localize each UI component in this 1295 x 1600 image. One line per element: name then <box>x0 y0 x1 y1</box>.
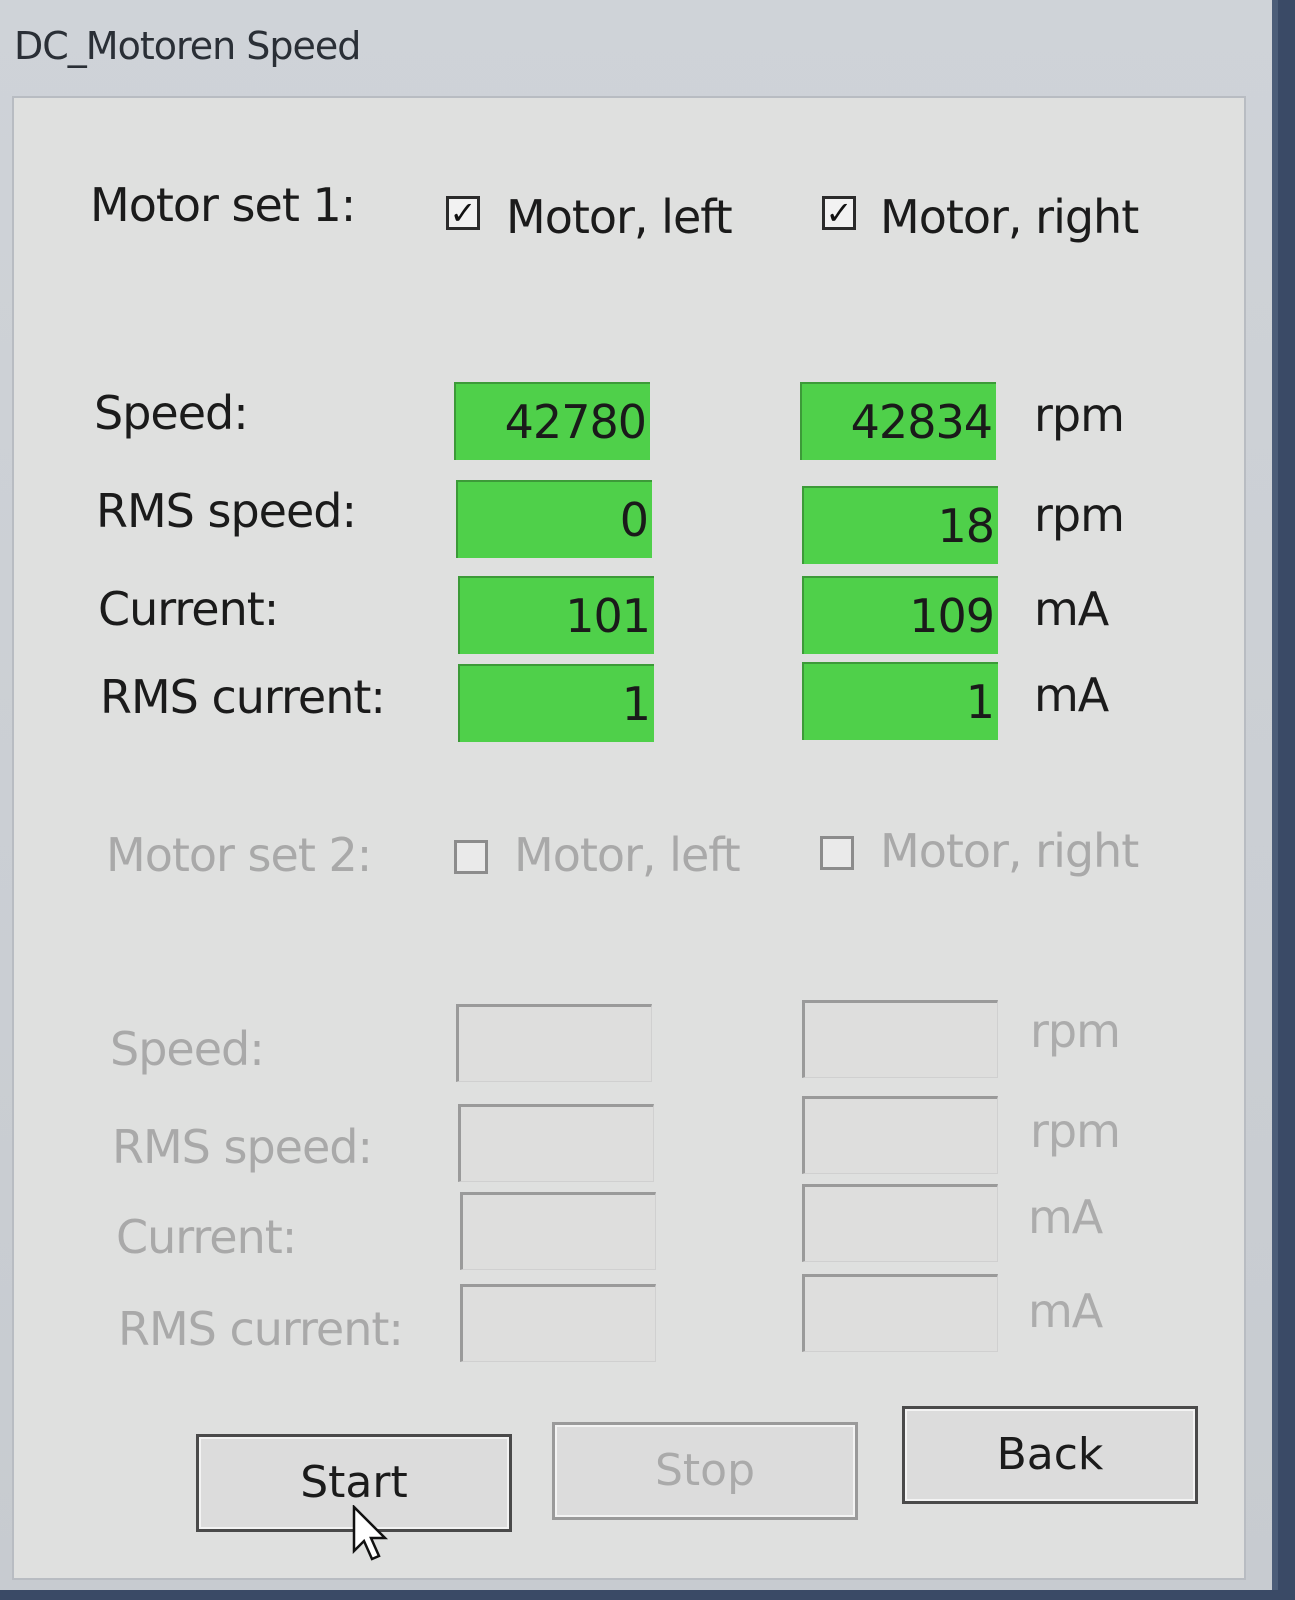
stop-button[interactable]: Stop <box>552 1422 858 1520</box>
set1-right-checkbox-label[interactable]: Motor, right <box>880 190 1139 244</box>
back-button[interactable]: Back <box>902 1406 1198 1504</box>
set1-rms-current-label: RMS current: <box>100 670 386 724</box>
set2-rms-speed-label: RMS speed: <box>112 1120 373 1174</box>
set2-current-label: Current: <box>116 1210 297 1264</box>
set2-rms-current-left-value <box>460 1284 656 1362</box>
set1-rms-speed-unit: rpm <box>1034 488 1125 542</box>
mouse-pointer-icon <box>352 1505 389 1561</box>
set1-speed-unit: rpm <box>1034 388 1125 442</box>
set2-rms-current-unit: mA <box>1028 1284 1103 1338</box>
set2-right-checkbox[interactable] <box>820 836 854 870</box>
set1-rms-current-right-value: 1 <box>802 662 998 740</box>
set2-current-right-value <box>802 1184 998 1262</box>
set1-current-label: Current: <box>98 582 279 636</box>
set2-rms-speed-unit: rpm <box>1030 1104 1121 1158</box>
check-icon: ✓ <box>825 194 853 232</box>
motor-set-1-label: Motor set 1: <box>90 178 356 232</box>
set2-speed-unit: rpm <box>1030 1004 1121 1058</box>
motor-set-2-label: Motor set 2: <box>106 828 372 882</box>
set1-rms-current-unit: mA <box>1034 668 1109 722</box>
set1-left-checkbox[interactable]: ✓ <box>446 196 480 230</box>
set1-speed-label: Speed: <box>94 386 249 440</box>
check-icon: ✓ <box>449 194 477 232</box>
set2-left-checkbox[interactable] <box>454 840 488 874</box>
set2-speed-label: Speed: <box>110 1022 265 1076</box>
set1-left-checkbox-label[interactable]: Motor, left <box>506 190 733 244</box>
set2-speed-right-value <box>802 1000 998 1078</box>
set1-current-unit: mA <box>1034 582 1109 636</box>
set1-current-right-value: 109 <box>802 576 998 654</box>
set1-current-left-value: 101 <box>458 576 654 654</box>
set1-rms-current-left-value: 1 <box>458 664 654 742</box>
set2-rms-speed-right-value <box>802 1096 998 1174</box>
set2-speed-left-value <box>456 1004 652 1082</box>
set2-right-checkbox-label[interactable]: Motor, right <box>880 824 1139 878</box>
set1-speed-left-value: 42780 <box>454 382 650 460</box>
set2-current-unit: mA <box>1028 1190 1103 1244</box>
window-title: DC_Motoren Speed <box>14 24 361 68</box>
set1-rms-speed-label: RMS speed: <box>96 484 357 538</box>
client-area: Motor set 1: ✓ Motor, left ✓ Motor, righ… <box>12 96 1246 1580</box>
set2-rms-speed-left-value <box>458 1104 654 1182</box>
set2-rms-current-label: RMS current: <box>118 1302 404 1356</box>
set2-rms-current-right-value <box>802 1274 998 1352</box>
set1-right-checkbox[interactable]: ✓ <box>822 196 856 230</box>
set2-current-left-value <box>460 1192 656 1270</box>
set1-speed-right-value: 42834 <box>800 382 996 460</box>
app-window: DC_Motoren Speed Motor set 1: ✓ Motor, l… <box>0 0 1278 1590</box>
set2-left-checkbox-label[interactable]: Motor, left <box>514 828 741 882</box>
set1-rms-speed-left-value: 0 <box>456 480 652 558</box>
set1-rms-speed-right-value: 18 <box>802 486 998 564</box>
